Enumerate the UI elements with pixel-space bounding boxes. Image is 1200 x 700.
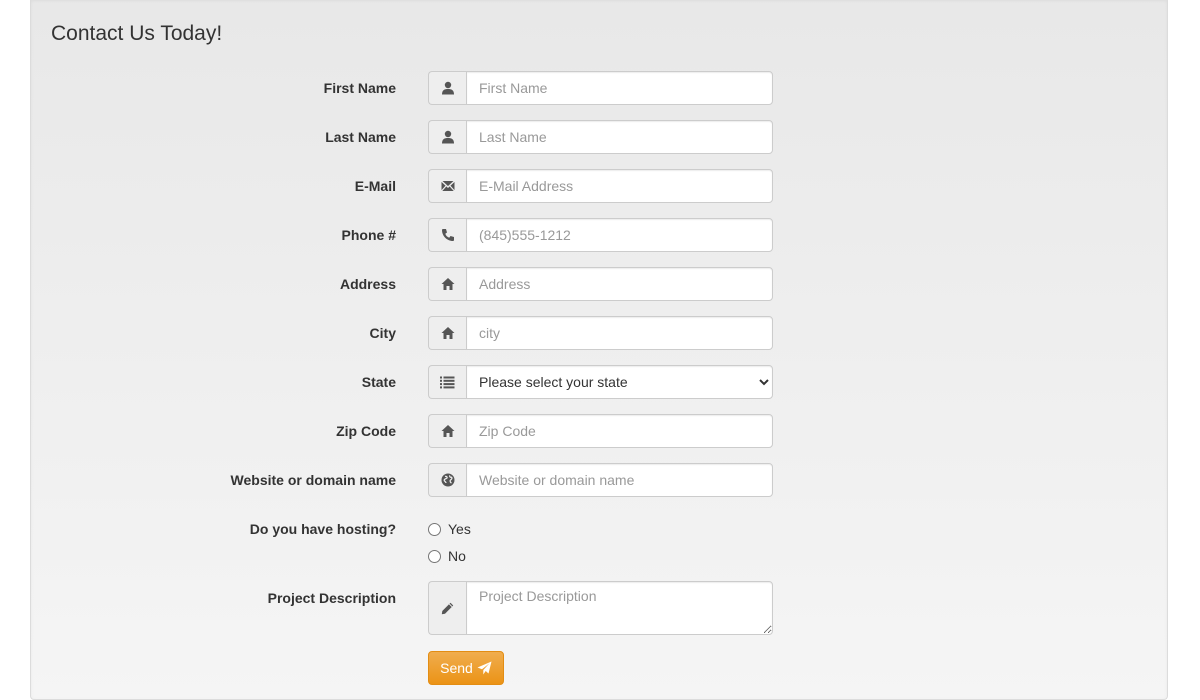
phone-input[interactable]: [466, 218, 773, 252]
address-input[interactable]: [466, 267, 773, 301]
form-title: Contact Us Today!: [51, 22, 223, 45]
last-name-input[interactable]: [466, 120, 773, 154]
website-row: Website or domain name: [31, 463, 1169, 497]
description-label: Project Description: [267, 590, 396, 606]
pencil-icon: [428, 581, 466, 635]
hosting-yes-label: Yes: [448, 521, 471, 537]
address-row: Address: [31, 267, 1169, 301]
home-icon: [428, 267, 466, 301]
website-input[interactable]: [466, 463, 773, 497]
state-row: State Please select your state: [31, 365, 1169, 399]
envelope-icon: [428, 169, 466, 203]
last-name-row: Last Name: [31, 120, 1169, 154]
hosting-no-option[interactable]: No: [428, 546, 466, 566]
email-input[interactable]: [466, 169, 773, 203]
first-name-row: First Name: [31, 71, 1169, 105]
hosting-row: Do you have hosting? Yes No: [31, 512, 1169, 564]
phone-icon: [428, 218, 466, 252]
globe-icon: [428, 463, 466, 497]
first-name-label: First Name: [323, 80, 396, 96]
address-label: Address: [339, 276, 396, 292]
email-label: E-Mail: [354, 178, 396, 194]
hosting-no-label: No: [448, 548, 466, 564]
city-input[interactable]: [466, 316, 773, 350]
website-label: Website or domain name: [230, 472, 396, 488]
description-textarea[interactable]: [466, 581, 773, 635]
send-icon: [477, 661, 492, 675]
home-icon: [428, 414, 466, 448]
state-label: State: [361, 374, 396, 390]
description-row: Project Description: [31, 581, 1169, 635]
contact-form-panel: Contact Us Today! First Name Last Name E…: [30, 0, 1168, 700]
hosting-yes-radio[interactable]: [428, 522, 441, 536]
hosting-label: Do you have hosting?: [249, 521, 396, 537]
phone-row: Phone #: [31, 218, 1169, 252]
email-row: E-Mail: [31, 169, 1169, 203]
city-label: City: [369, 325, 396, 341]
phone-label: Phone #: [341, 227, 396, 243]
hosting-yes-option[interactable]: Yes: [428, 519, 471, 539]
hosting-no-radio[interactable]: [428, 549, 441, 563]
state-select[interactable]: Please select your state: [466, 365, 773, 399]
zip-input[interactable]: [466, 414, 773, 448]
send-button-label: Send: [440, 660, 473, 676]
zip-row: Zip Code: [31, 414, 1169, 448]
home-icon: [428, 316, 466, 350]
user-icon: [428, 120, 466, 154]
list-icon: [428, 365, 466, 399]
first-name-input[interactable]: [466, 71, 773, 105]
send-button[interactable]: Send: [428, 651, 504, 685]
last-name-label: Last Name: [325, 129, 396, 145]
user-icon: [428, 71, 466, 105]
city-row: City: [31, 316, 1169, 350]
zip-label: Zip Code: [336, 423, 396, 439]
